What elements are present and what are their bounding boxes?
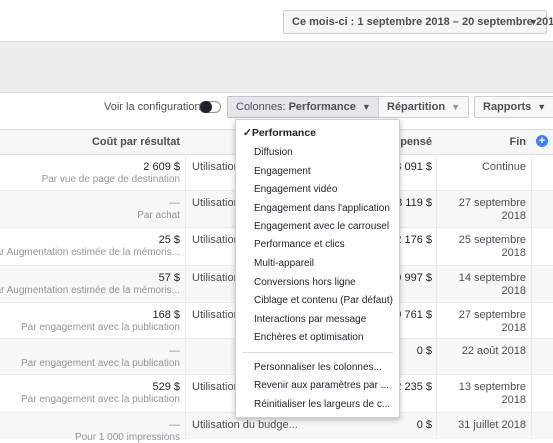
delivery-cell: Utilisation — [192, 381, 240, 393]
end-cell: 22 août 2018 — [461, 345, 526, 357]
cost-value: 2 609 $ — [143, 161, 180, 173]
column-divider — [531, 154, 532, 439]
delivery-cell: Utilisation du budge... — [192, 419, 298, 431]
end-cell: 31 juillet 2018 — [458, 419, 526, 431]
toggle-knob — [200, 101, 212, 113]
spend-cell: 9 997 $ — [395, 272, 432, 284]
spend-cell: 2 176 $ — [395, 234, 432, 246]
delivery-cell: Utilisation — [192, 234, 240, 246]
spend-cell: 3 091 $ — [395, 161, 432, 173]
end-cell: 25 septembre 2018 — [458, 234, 526, 259]
menu-item-preset[interactable]: Engagement vidéo — [254, 184, 337, 195]
columns-button[interactable]: Colonnes: Performance ▼ — [227, 96, 380, 118]
menu-item-preset[interactable]: Ciblage et contenu (Par défaut) — [254, 295, 393, 306]
menu-item-label: Performance — [251, 127, 317, 139]
cost-subtitle: Par Augmentation estimée de la mémoris..… — [0, 285, 180, 296]
columns-dropdown-menu: ✓Performance Diffusion Engagement Engage… — [235, 119, 400, 418]
end-cell: 13 septembre 2018 — [458, 381, 526, 406]
caret-down-icon: ▼ — [529, 17, 538, 27]
end-cell: 27 septembre 2018 — [458, 197, 526, 222]
breakdown-button-label: Répartition — [387, 101, 446, 113]
cost-value: 529 $ — [152, 381, 180, 393]
spend-cell: 3 119 $ — [396, 197, 432, 209]
revert-settings-item[interactable]: Revenir aux paramètres par ... — [254, 380, 389, 391]
menu-item-preset[interactable]: Conversions hors ligne — [254, 277, 356, 288]
end-cell: 14 septembre 2018 — [458, 272, 526, 297]
spend-cell: 2 235 $ — [395, 381, 432, 393]
delivery-cell: Utilisation — [192, 272, 240, 284]
date-range-selector[interactable]: Ce mois-ci : 1 septembre 2018 – 20 septe… — [283, 10, 553, 34]
caret-down-icon: ▼ — [361, 102, 371, 112]
spend-cell: 0 $ — [416, 419, 432, 431]
spend-cell: 9 761 $ — [395, 309, 432, 321]
column-divider — [436, 154, 437, 439]
delivery-cell: Utilisation — [192, 161, 240, 173]
date-range-label: Ce mois-ci : 1 septembre 2018 – 20 septe… — [292, 16, 553, 28]
customize-columns-item[interactable]: Personnaliser les colonnes... — [254, 362, 382, 373]
cost-subtitle: Par engagement avec la publication — [21, 322, 180, 333]
cost-value: — — [169, 345, 180, 357]
view-config-toggle[interactable] — [199, 101, 221, 113]
menu-item-preset[interactable]: Multi-appareil — [254, 258, 314, 269]
column-header-cost[interactable]: Coût par résultat — [92, 136, 180, 148]
menu-item-preset[interactable]: Interactions par message — [254, 314, 366, 325]
cost-value: — — [169, 197, 180, 209]
cost-subtitle: Par achat — [137, 210, 180, 221]
caret-down-icon: ▼ — [537, 102, 547, 112]
menu-item-preset[interactable]: Enchères et optimisation — [254, 332, 364, 343]
menu-item-preset[interactable]: Performance et clics — [254, 239, 345, 250]
reset-widths-item[interactable]: Réinitialiser les largeurs de c... — [254, 399, 390, 410]
plus-circle-icon[interactable]: + — [536, 135, 548, 147]
end-cell: Continue — [481, 161, 526, 173]
column-header-end[interactable]: Fin — [510, 136, 527, 148]
cost-subtitle: Par vue de page de destination — [41, 174, 180, 185]
cost-value: 25 $ — [158, 234, 180, 246]
delivery-cell: Utilisation — [192, 309, 240, 321]
cost-value: 57 $ — [158, 272, 180, 284]
toolbar-band — [0, 42, 553, 93]
cost-subtitle: Par Augmentation estimée de la mémoris..… — [0, 247, 180, 258]
column-divider — [185, 154, 186, 439]
cost-value: 168 $ — [152, 309, 180, 321]
menu-item-preset[interactable]: Engagement avec le carrousel — [254, 221, 389, 232]
cost-subtitle: Par engagement avec la publication — [21, 394, 180, 405]
spend-cell: 0 $ — [416, 345, 432, 357]
caret-down-icon: ▼ — [451, 102, 460, 112]
menu-item-preset[interactable]: Engagement dans l'application — [254, 203, 390, 214]
end-cell: 27 septembre 2018 — [458, 309, 526, 334]
view-config-label: Voir la configuration — [104, 101, 201, 113]
breakdown-button[interactable]: Répartition ▼ — [378, 96, 469, 118]
checkmark-icon: ✓ — [243, 127, 252, 139]
reports-button[interactable]: Rapports ▼ — [474, 96, 553, 118]
cost-value: — — [169, 419, 180, 431]
cost-subtitle: Pour 1 000 impressions — [74, 432, 180, 443]
menu-item-performance[interactable]: ✓Performance — [243, 127, 316, 139]
columns-button-label: Colonnes: — [236, 101, 289, 113]
reports-button-label: Rapports — [483, 101, 532, 113]
cost-subtitle: Par engagement avec la publication — [21, 358, 180, 369]
menu-separator — [242, 352, 393, 353]
menu-item-preset[interactable]: Engagement — [254, 166, 311, 177]
columns-button-value: Performance — [288, 101, 356, 113]
menu-item-preset[interactable]: Diffusion — [254, 147, 293, 158]
delivery-cell: Utilisation — [192, 197, 240, 209]
